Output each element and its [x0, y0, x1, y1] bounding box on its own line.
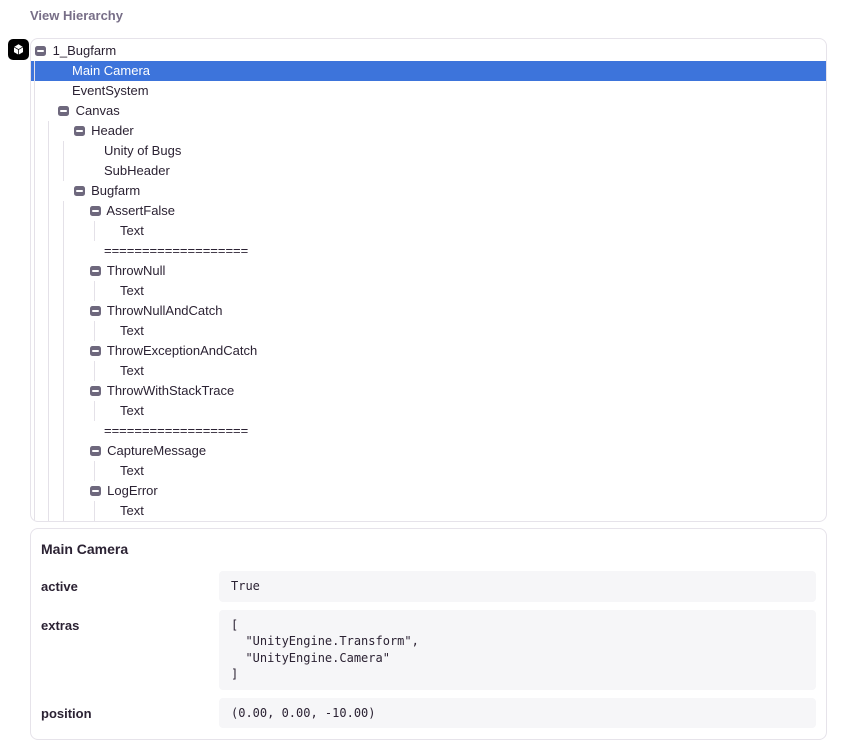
tree-node-label: EventSystem [72, 83, 149, 98]
node-fields: active True extras [ "UnityEngine.Transf… [41, 571, 816, 728]
tree-node-label: 1_Bugfarm [53, 43, 117, 58]
collapse-toggle-icon[interactable] [74, 126, 85, 136]
field-value: [ "UnityEngine.Transform", "UnityEngine.… [219, 610, 816, 690]
tree-node-label: ThrowNull [107, 263, 166, 278]
collapse-toggle-icon[interactable] [35, 46, 46, 56]
tree-node[interactable]: ThrowExceptionAndCatch [31, 341, 826, 361]
tree-node-label: ThrowNullAndCatch [107, 303, 223, 318]
view-hierarchy-page: View Hierarchy 1_Bugfarm Main Camera Eve… [0, 0, 855, 750]
collapse-toggle-icon[interactable] [58, 106, 69, 116]
tree-node-label: Text [120, 463, 144, 478]
tree-node-label: ThrowExceptionAndCatch [107, 343, 257, 358]
indent-guide-line [94, 401, 95, 421]
indent-guide-line [94, 361, 95, 381]
tree-node-label: Unity of Bugs [104, 143, 181, 158]
tree-node-label: Text [120, 503, 144, 518]
tree-node-label: SubHeader [104, 163, 170, 178]
section-title: View Hierarchy [30, 8, 123, 23]
indent-guide-line [34, 61, 35, 521]
tree-node-label: LogError [107, 483, 158, 498]
tree-node[interactable]: Text [31, 361, 826, 381]
tree-node[interactable]: EventSystem [31, 81, 826, 101]
tree-node[interactable]: ThrowNull [31, 261, 826, 281]
tree-node[interactable]: SubHeader [31, 161, 826, 181]
indent-guide-line [48, 121, 49, 521]
selected-node-title: Main Camera [41, 541, 816, 557]
tree-node[interactable]: Main Camera [31, 61, 826, 81]
tree-node-label: Header [91, 123, 134, 138]
collapse-toggle-icon[interactable] [90, 266, 101, 276]
field-value: (0.00, 0.00, -10.00) [219, 698, 816, 729]
collapse-toggle-icon[interactable] [90, 306, 101, 316]
tree-node[interactable]: CaptureMessage [31, 441, 826, 461]
tree-node-label: Text [120, 223, 144, 238]
unity-cube-glyph [11, 42, 26, 57]
indent-guide-line [94, 461, 95, 481]
tree-node[interactable]: Unity of Bugs [31, 141, 826, 161]
indent-guide-line [94, 281, 95, 301]
indent-guide-line [94, 321, 95, 341]
tree-node-label: ThrowWithStackTrace [107, 383, 234, 398]
tree-node-label: Text [120, 323, 144, 338]
hierarchy-tree-panel[interactable]: 1_Bugfarm Main Camera EventSystem Canvas… [30, 38, 827, 522]
tree-node-label: AssertFalse [106, 203, 175, 218]
detail-field-row: extras [ "UnityEngine.Transform", "Unity… [41, 610, 816, 690]
tree-node-label: CaptureMessage [107, 443, 206, 458]
tree-node[interactable]: Text [31, 501, 826, 521]
tree-node[interactable]: Header [31, 121, 826, 141]
indent-guide-line [63, 201, 64, 521]
tree-node-label: Bugfarm [91, 183, 140, 198]
tree-node-label: Text [120, 403, 144, 418]
tree-rows-container: 1_Bugfarm Main Camera EventSystem Canvas… [31, 39, 826, 521]
tree-node-label: =================== [104, 423, 248, 438]
tree-node[interactable]: ThrowNullAndCatch [31, 301, 826, 321]
detail-field-row: position (0.00, 0.00, -10.00) [41, 698, 816, 729]
indent-guide-line [94, 221, 95, 241]
collapse-toggle-icon[interactable] [74, 186, 85, 196]
unity-platform-icon [8, 39, 29, 60]
tree-node[interactable]: AssertFalse [31, 201, 826, 221]
tree-node[interactable]: =================== [31, 241, 826, 261]
collapse-toggle-icon[interactable] [90, 386, 101, 396]
tree-node[interactable]: Text [31, 401, 826, 421]
node-details-panel: Main Camera active True extras [ "UnityE… [30, 528, 827, 740]
tree-node[interactable]: Text [31, 461, 826, 481]
collapse-toggle-icon[interactable] [90, 486, 101, 496]
tree-node[interactable]: Text [31, 281, 826, 301]
tree-node-label: Canvas [76, 103, 120, 118]
field-label: position [41, 698, 219, 721]
tree-node[interactable]: Bugfarm [31, 181, 826, 201]
tree-node[interactable]: Text [31, 221, 826, 241]
tree-node[interactable]: LogError [31, 481, 826, 501]
field-label: extras [41, 610, 219, 633]
tree-node[interactable]: Canvas [31, 101, 826, 121]
field-label: active [41, 571, 219, 594]
tree-node[interactable]: Text [31, 321, 826, 341]
tree-node-label: Main Camera [72, 63, 150, 78]
tree-node[interactable]: =================== [31, 421, 826, 441]
detail-field-row: active True [41, 571, 816, 602]
tree-node[interactable]: ThrowWithStackTrace [31, 381, 826, 401]
collapse-toggle-icon[interactable] [90, 446, 101, 456]
indent-guide-line [63, 141, 64, 181]
indent-guide-line [94, 501, 95, 521]
field-value: True [219, 571, 816, 602]
tree-node[interactable]: 1_Bugfarm [31, 41, 826, 61]
tree-node-label: Text [120, 283, 144, 298]
collapse-toggle-icon[interactable] [90, 346, 101, 356]
tree-node-label: Text [120, 363, 144, 378]
collapse-toggle-icon[interactable] [90, 206, 101, 216]
tree-node-label: =================== [104, 243, 248, 258]
